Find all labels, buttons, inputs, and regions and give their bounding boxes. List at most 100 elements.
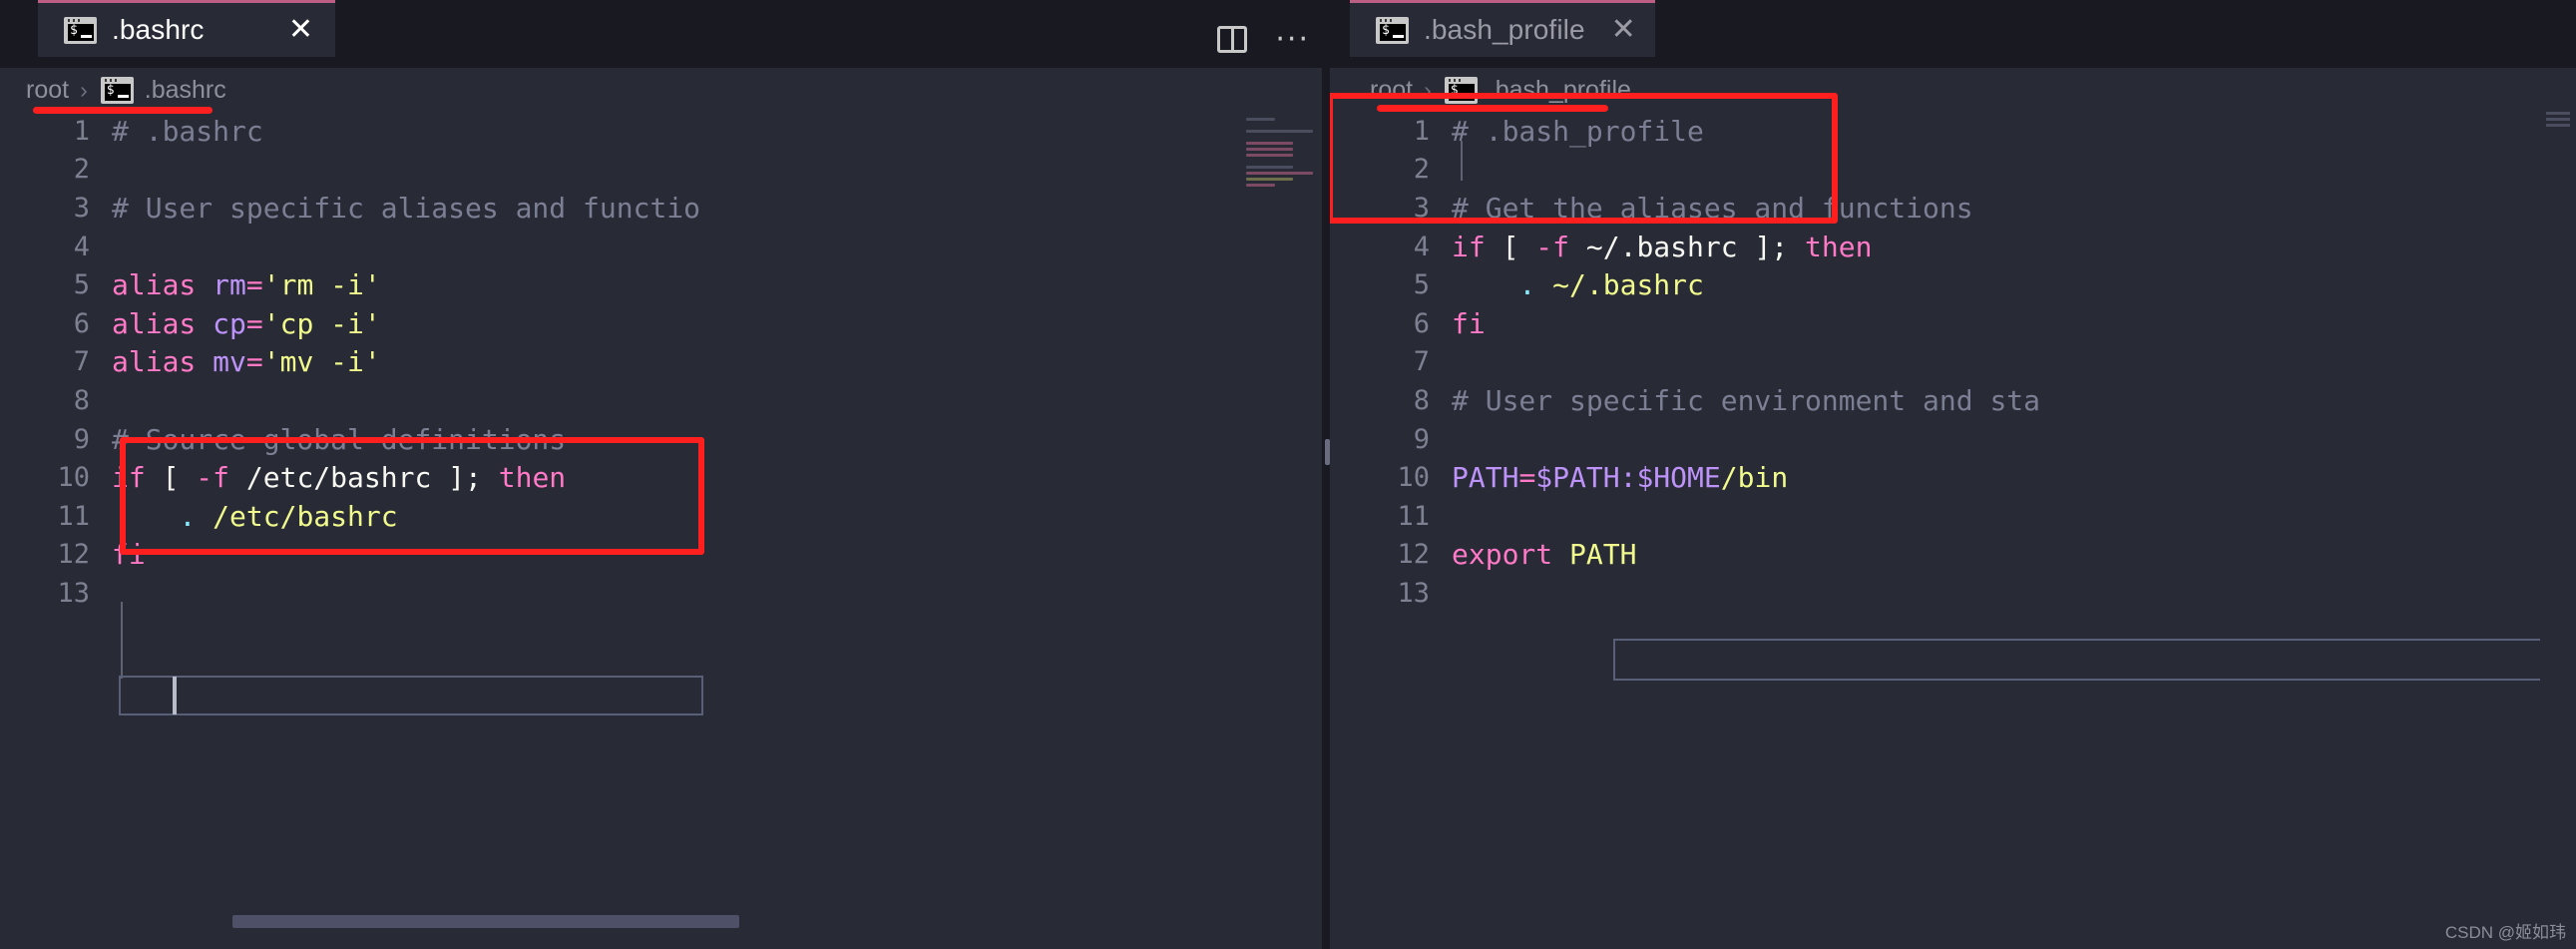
horizontal-scrollbar-left[interactable] xyxy=(232,915,739,928)
close-icon[interactable]: ✕ xyxy=(262,15,313,45)
code-token: alias xyxy=(112,345,197,379)
line-number: 9 xyxy=(1413,423,1430,455)
more-actions-icon[interactable]: ··· xyxy=(1275,24,1310,54)
tab-bashrc[interactable]: $ .bashrc ✕ xyxy=(38,0,335,57)
terminal-file-icon: $ xyxy=(100,76,134,104)
code-line[interactable]: 2 xyxy=(1330,151,2576,190)
breadcrumb-file[interactable]: .bash_profile xyxy=(1489,76,1631,105)
line-number: 1 xyxy=(73,115,90,147)
line-number: 2 xyxy=(73,154,90,186)
code-token: = xyxy=(245,345,263,379)
code-token: = xyxy=(245,268,263,302)
code-text: alias mv='mv -i' xyxy=(112,345,1330,378)
code-line[interactable]: 5 alias rm='rm -i' xyxy=(0,265,1330,304)
breadcrumb-root[interactable]: root xyxy=(26,76,69,105)
split-editor-icon[interactable] xyxy=(1217,26,1248,53)
code-text: if [ -f /etc/bashrc ]; then xyxy=(112,461,1330,494)
code-text: . ~/.bashrc xyxy=(1452,268,2576,301)
code-line[interactable]: 10 PATH=$PATH:$HOME/bin xyxy=(1330,458,2576,497)
code-text: . /etc/bashrc xyxy=(112,500,1330,533)
code-line[interactable]: 4 if [ -f ~/.bashrc ]; then xyxy=(1330,228,2576,266)
code-token: # Get the aliases and functions xyxy=(1452,191,1973,225)
code-token: 'mv -i' xyxy=(262,345,381,379)
code-token: alias xyxy=(112,306,197,340)
code-text: # Get the aliases and functions xyxy=(1452,192,2576,225)
code-text: export PATH xyxy=(1452,538,2576,571)
breadcrumb-file[interactable]: .bashrc xyxy=(145,76,226,105)
code-text: # User specific aliases and functio xyxy=(112,192,1330,225)
tab-bash-profile[interactable]: $ .bash_profile ✕ xyxy=(1350,0,1655,57)
code-line[interactable]: 10 if [ -f /etc/bashrc ]; then xyxy=(0,458,1330,497)
line-number: 8 xyxy=(1413,384,1430,416)
breadcrumb-root[interactable]: root xyxy=(1370,76,1413,105)
code-token: # .bash_profile xyxy=(1452,114,1704,148)
code-token: . xyxy=(1518,268,1536,302)
vscode-window: $ .bashrc ✕ ··· root › $ .bashrc 1 # .bas… xyxy=(0,0,2576,949)
code-line[interactable]: 8 xyxy=(0,381,1330,420)
code-line[interactable]: 13 xyxy=(0,574,1330,613)
line-number: 13 xyxy=(57,577,90,609)
code-line[interactable]: 6 alias cp='cp -i' xyxy=(0,304,1330,343)
code-token: [ xyxy=(1485,230,1536,263)
code-token: = xyxy=(245,306,263,340)
code-token: ~/.bashrc ]; xyxy=(1569,230,1806,263)
code-line[interactable]: 6 fi xyxy=(1330,304,2576,343)
indent-guide xyxy=(121,602,123,679)
chevron-right-icon: › xyxy=(1424,76,1432,103)
code-text: # .bash_profile xyxy=(1452,115,2576,148)
code-token: # User specific environment and sta xyxy=(1452,383,2041,417)
indent-guide xyxy=(1461,141,1463,181)
close-icon[interactable]: ✕ xyxy=(1585,15,1636,45)
code-line[interactable]: 7 alias mv='mv -i' xyxy=(0,343,1330,382)
code-editor-right[interactable]: 1 # .bash_profile 2 3 # Get the aliases and … xyxy=(1330,112,2576,949)
line-number: 5 xyxy=(1413,269,1430,301)
code-line[interactable]: 2 xyxy=(0,151,1330,190)
code-token: export xyxy=(1452,538,1553,572)
line-number: 8 xyxy=(73,384,90,416)
code-line[interactable]: 4 xyxy=(0,228,1330,266)
editor-pane-right: $ .bash_profile ✕ root › $ .bash_profile… xyxy=(1330,0,2576,949)
minimap-right[interactable] xyxy=(2540,112,2576,949)
code-line[interactable]: 8 # User specific environment and sta xyxy=(1330,381,2576,420)
code-token: # User specific aliases and functio xyxy=(112,191,701,225)
code-token: -f xyxy=(1535,230,1570,263)
terminal-file-icon: $ xyxy=(1376,16,1409,44)
code-token: 'cp -i' xyxy=(262,306,381,340)
code-token: = xyxy=(1518,461,1536,495)
code-line[interactable]: 5 . ~/.bashrc xyxy=(1330,265,2576,304)
code-line[interactable]: 1 # .bash_profile xyxy=(1330,112,2576,151)
tabbar-actions-left: ··· xyxy=(1217,11,1310,68)
code-token: then xyxy=(1805,230,1873,263)
line-number: 1 xyxy=(1413,115,1430,147)
code-token: /bin xyxy=(1720,461,1789,495)
code-line[interactable]: 3 # Get the aliases and functions xyxy=(1330,189,2576,228)
watermark: CSDN @姬如玮 xyxy=(2444,923,2566,942)
line-number: 2 xyxy=(1413,154,1430,186)
line-number: 7 xyxy=(1413,346,1430,378)
line-number: 7 xyxy=(73,346,90,378)
code-editor-left[interactable]: 1 # .bashrc 2 3 # User specific aliases and … xyxy=(0,112,1330,949)
code-line[interactable]: 12 export PATH xyxy=(1330,536,2576,575)
minimap-left[interactable] xyxy=(1238,112,1330,949)
code-line[interactable]: 11 xyxy=(1330,497,2576,536)
code-line[interactable]: 1 # .bashrc xyxy=(0,112,1330,151)
code-line[interactable]: 9 xyxy=(1330,420,2576,459)
code-line[interactable]: 9 # Source global definitions xyxy=(0,420,1330,459)
code-text: # User specific environment and sta xyxy=(1452,384,2576,417)
code-text: PATH=$PATH:$HOME/bin xyxy=(1452,461,2576,494)
code-token: rm xyxy=(213,268,246,302)
code-line[interactable]: 7 xyxy=(1330,343,2576,382)
code-token: PATH xyxy=(1569,538,1637,572)
line-number: 13 xyxy=(1397,577,1430,609)
terminal-file-icon: $ xyxy=(64,16,97,44)
code-line[interactable]: 12 fi xyxy=(0,536,1330,575)
editor-pane-left: $ .bashrc ✕ ··· root › $ .bashrc 1 # .bas… xyxy=(0,0,1330,949)
code-line[interactable]: 11 . /etc/bashrc xyxy=(0,497,1330,536)
code-line[interactable]: 3 # User specific aliases and functio xyxy=(0,189,1330,228)
code-token: # Source global definitions xyxy=(112,422,567,456)
code-text: # .bashrc xyxy=(112,115,1330,148)
code-line[interactable]: 13 xyxy=(1330,574,2576,613)
